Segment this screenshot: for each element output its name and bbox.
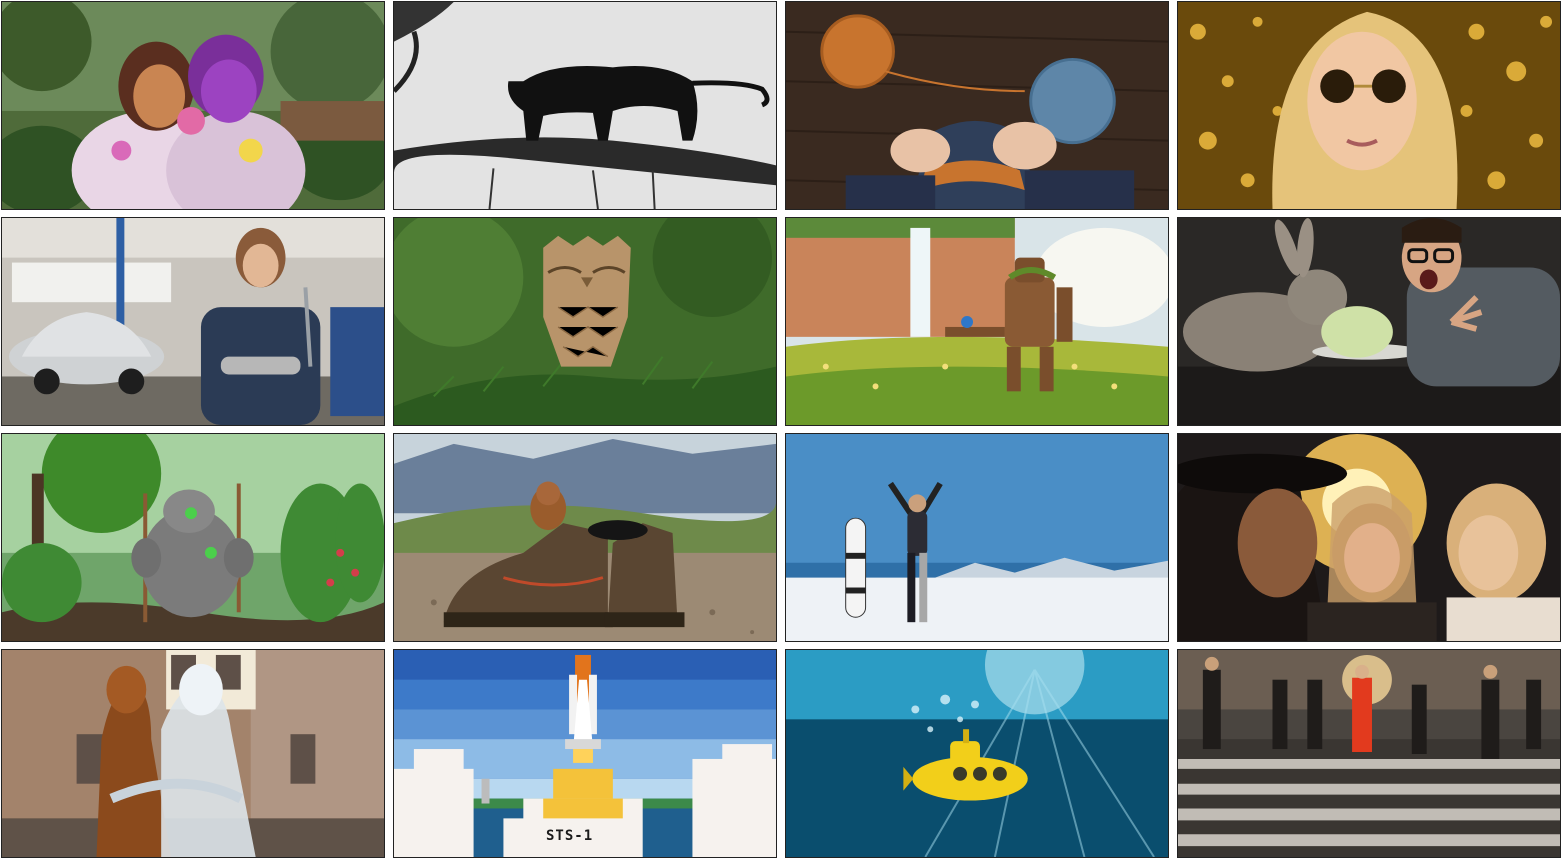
tile-holi-women[interactable] bbox=[1, 1, 385, 210]
crosswalk-image bbox=[1178, 650, 1560, 857]
snowboarder-image bbox=[786, 434, 1168, 641]
tile-squirrel-boots[interactable] bbox=[393, 433, 777, 642]
holi-image bbox=[2, 2, 384, 209]
tile-golden-bokeh-woman[interactable] bbox=[1177, 1, 1561, 210]
tile-wood-glass-figures[interactable] bbox=[1, 649, 385, 858]
figures-image bbox=[2, 650, 384, 857]
owl-image bbox=[394, 218, 776, 425]
shuttle-label: STS-1 bbox=[546, 828, 594, 844]
shuttle-image bbox=[394, 650, 776, 857]
submarine-image bbox=[786, 650, 1168, 857]
tile-origami-owl[interactable] bbox=[393, 217, 777, 426]
mechanic-image bbox=[2, 218, 384, 425]
squirrel-image bbox=[394, 434, 776, 641]
tile-panther-sketch[interactable] bbox=[393, 1, 777, 210]
knitting-image bbox=[786, 2, 1168, 209]
image-gallery-grid: STS-1 bbox=[0, 0, 1561, 863]
tile-crosswalk[interactable] bbox=[1177, 649, 1561, 858]
tile-robot-waterfall[interactable] bbox=[785, 217, 1169, 426]
tile-mechanic-garage[interactable] bbox=[1, 217, 385, 426]
tile-rabbit-cabbage[interactable] bbox=[1177, 217, 1561, 426]
tile-stone-golem[interactable] bbox=[1, 433, 385, 642]
women-sunset-image bbox=[1178, 434, 1560, 641]
golem-image bbox=[2, 434, 384, 641]
tile-yellow-submarine[interactable] bbox=[785, 649, 1169, 858]
tile-pixel-shuttle[interactable]: STS-1 bbox=[393, 649, 777, 858]
tile-snowboarder[interactable] bbox=[785, 433, 1169, 642]
panther-image bbox=[394, 2, 776, 209]
tile-women-sunset[interactable] bbox=[1177, 433, 1561, 642]
rabbit-image bbox=[1178, 218, 1560, 425]
tile-knitting[interactable] bbox=[785, 1, 1169, 210]
bokeh-woman-image bbox=[1178, 2, 1560, 209]
robot-meadow-image bbox=[786, 218, 1168, 425]
